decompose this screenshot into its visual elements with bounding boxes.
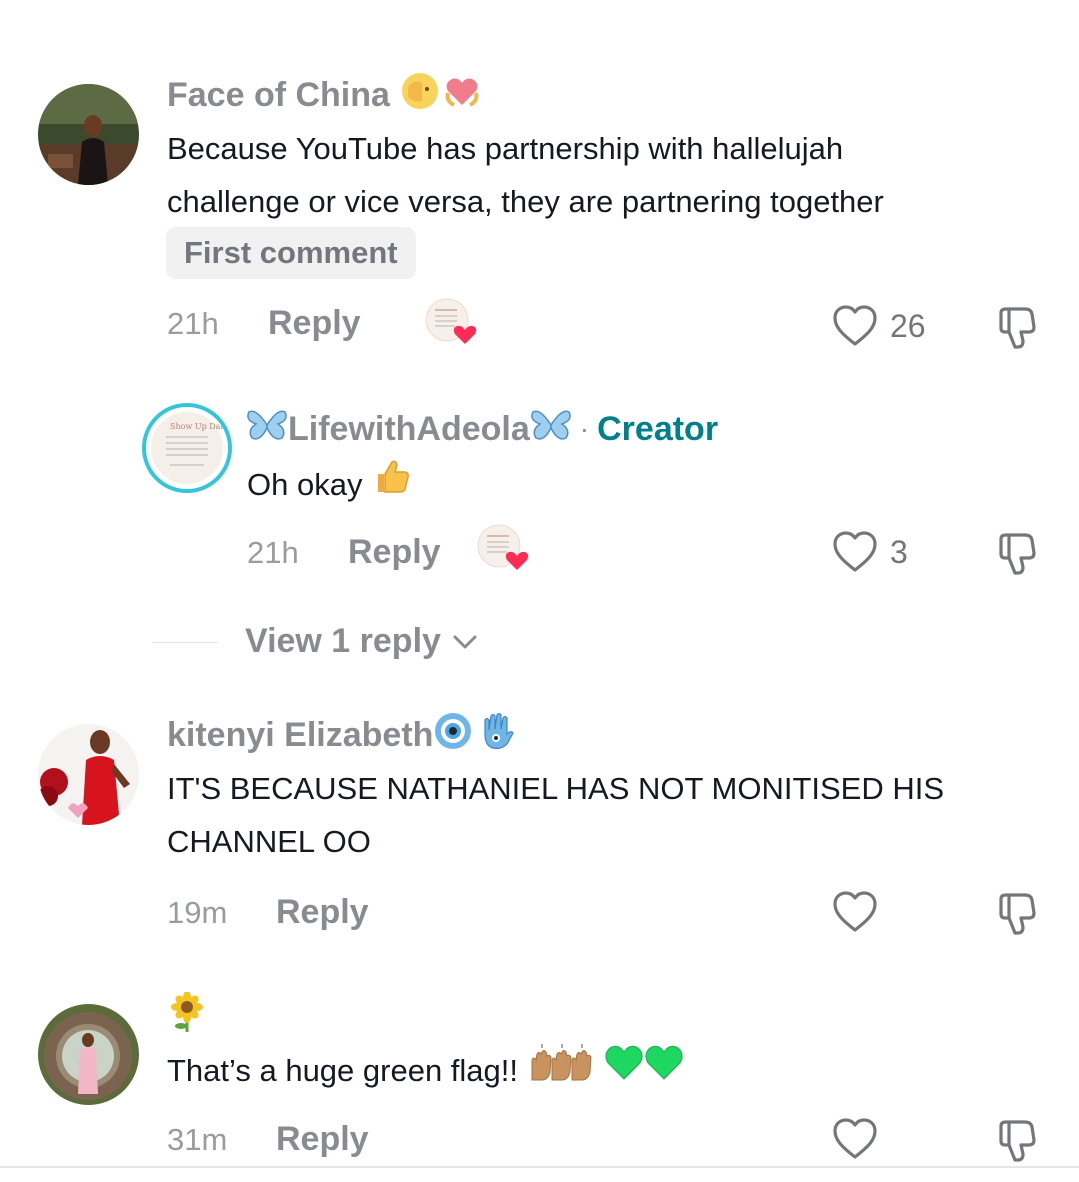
dislike-button[interactable] <box>995 1118 1041 1164</box>
heart-outline-icon[interactable] <box>832 1117 878 1161</box>
avatar[interactable] <box>38 84 139 185</box>
hamsa-emoji-icon <box>475 710 517 761</box>
dislike-button[interactable] <box>995 891 1041 937</box>
comment-text: Because YouTube has partnership with hal… <box>167 131 884 219</box>
first-comment-badge: First comment <box>166 227 416 279</box>
dislike-icon[interactable] <box>995 891 1041 937</box>
bottom-divider <box>0 1166 1079 1168</box>
svg-text:Show Up Daily: Show Up Daily <box>170 422 228 431</box>
dislike-icon[interactable] <box>995 1118 1041 1164</box>
creator-label: Creator <box>597 409 719 448</box>
like-count: 26 <box>890 307 926 344</box>
heart-outline-icon[interactable] <box>832 304 878 348</box>
reply-button[interactable]: Reply <box>276 893 369 932</box>
comment-timestamp: 19m <box>167 895 228 930</box>
comment-text: That’s a huge green flag!! <box>167 1042 684 1098</box>
raising-hands-emoji-icon <box>528 1042 604 1098</box>
username-sunflower-emoji-icon[interactable] <box>169 991 205 1039</box>
separator-dot: · <box>579 413 590 444</box>
comment-timestamp: 21h <box>167 306 219 341</box>
reply-button[interactable]: Reply <box>268 304 361 343</box>
like-button[interactable]: 26 <box>832 304 926 348</box>
heart-outline-icon[interactable] <box>832 530 878 574</box>
dislike-icon[interactable] <box>995 531 1041 577</box>
dislike-button[interactable] <box>995 305 1041 351</box>
like-button[interactable] <box>832 890 878 934</box>
comment-username[interactable]: Face of China <box>167 72 482 118</box>
reply-button[interactable]: Reply <box>348 533 441 572</box>
chevron-down-icon <box>453 635 477 648</box>
view-replies-divider <box>152 642 218 643</box>
avatar[interactable]: Show Up Daily <box>142 403 232 493</box>
butterfly-emoji-icon <box>530 406 572 453</box>
creator-liked-icon <box>477 524 529 574</box>
view-replies-button[interactable]: View 1 reply <box>245 622 479 661</box>
avatar[interactable] <box>38 1004 139 1105</box>
like-button[interactable]: 3 <box>832 530 908 574</box>
face-peeking-emoji-icon <box>400 71 440 120</box>
comment-username[interactable]: kitenyi Elizabeth <box>167 712 517 758</box>
like-button[interactable] <box>832 1117 878 1161</box>
comment-text: Oh okay <box>247 456 412 512</box>
comment-username[interactable]: LifewithAdeola · Creator <box>246 406 718 452</box>
creator-liked-icon <box>425 298 477 348</box>
dislike-button[interactable] <box>995 531 1041 577</box>
comment-text: IT'S BECAUSE NATHANIEL HAS NOT MONITISED… <box>167 771 945 859</box>
green-heart-emoji-icon <box>644 1043 684 1097</box>
avatar[interactable] <box>38 724 139 825</box>
thumbs-up-emoji-icon <box>372 456 412 512</box>
dislike-icon[interactable] <box>995 305 1041 351</box>
green-heart-emoji-icon <box>604 1043 644 1097</box>
heart-outline-icon[interactable] <box>832 890 878 934</box>
butterfly-emoji-icon <box>246 406 288 453</box>
comment-timestamp: 21h <box>247 535 299 570</box>
nazar-amulet-emoji-icon <box>433 711 473 760</box>
like-count: 3 <box>890 533 908 570</box>
heart-hands-emoji-icon <box>442 71 482 120</box>
reply-button[interactable]: Reply <box>276 1120 369 1159</box>
comment-timestamp: 31m <box>167 1122 228 1157</box>
